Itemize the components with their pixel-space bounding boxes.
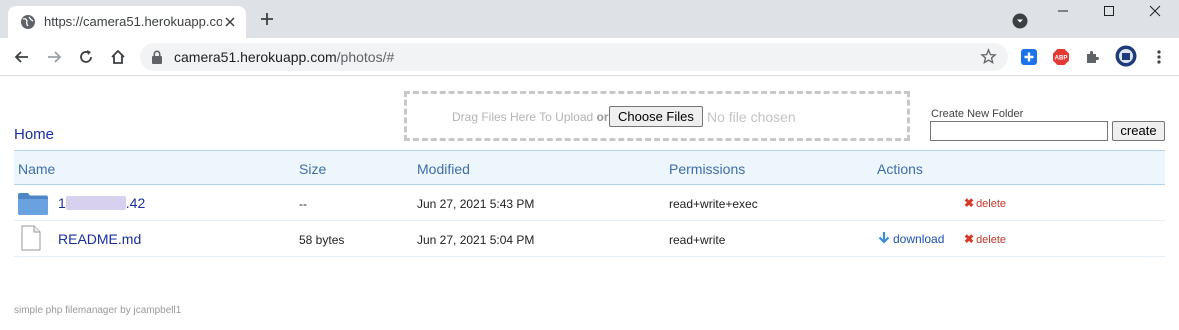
extensions-puzzle-icon[interactable] [1084, 48, 1102, 66]
address-bar[interactable]: camera51.herokuapp.com/photos/# [140, 43, 1008, 71]
file-name-link[interactable]: README.md [58, 231, 141, 247]
table-header: Name Size Modified Permissions Actions [14, 150, 1165, 185]
folder-name-prefix: 1 [58, 195, 66, 211]
home-icon[interactable] [109, 48, 127, 66]
url-text: camera51.herokuapp.com/photos/# [174, 49, 394, 65]
table-row: 1.42 -- Jun 27, 2021 5:43 PM read+write+… [14, 185, 1165, 221]
create-folder-label: Create New Folder [931, 108, 1024, 120]
tab-search-icon[interactable] [1012, 13, 1028, 29]
globe-icon [21, 15, 35, 29]
add-extension-icon[interactable] [1020, 48, 1038, 66]
delete-button[interactable]: ✖ delete [964, 232, 1006, 246]
header-size[interactable]: Size [299, 161, 326, 177]
file-modified: Jun 27, 2021 5:04 PM [417, 233, 535, 247]
download-arrow-icon [878, 232, 890, 244]
folder-name-suffix: .42 [125, 195, 146, 211]
create-folder-button[interactable]: create [1112, 121, 1165, 141]
file-permissions: read+write+exec [669, 197, 758, 211]
minimize-icon[interactable] [1053, 4, 1073, 18]
delete-label: delete [976, 198, 1007, 210]
download-button[interactable]: download [878, 231, 944, 246]
file-permissions: read+write [669, 233, 726, 247]
header-modified[interactable]: Modified [417, 161, 470, 177]
browser-tab[interactable]: https://camera51.herokuapp.com [8, 6, 246, 38]
choose-files-button[interactable]: Choose Files [609, 106, 703, 127]
lock-icon[interactable] [151, 50, 163, 64]
folder-icon [18, 193, 48, 215]
or-text: or [596, 110, 609, 124]
header-permissions[interactable]: Permissions [669, 161, 745, 177]
browser-menu-icon[interactable] [1150, 48, 1168, 66]
forward-arrow-icon[interactable] [45, 48, 63, 66]
footer-credit: simple php filemanager by jcampbell1 [14, 305, 182, 316]
url-path: /photos/# [336, 49, 395, 65]
redacted-block [65, 196, 126, 210]
reload-icon[interactable] [77, 48, 95, 66]
bookmark-star-icon[interactable] [980, 48, 997, 65]
folder-name-input[interactable] [930, 121, 1108, 141]
profile-avatar-icon[interactable] [1115, 45, 1137, 67]
dropzone-text: Drag Files Here To Upload or [452, 110, 609, 124]
drag-text: Drag Files Here To Upload [452, 110, 594, 124]
delete-x-icon: ✖ [964, 196, 975, 210]
header-actions: Actions [877, 161, 923, 177]
new-tab-icon[interactable] [259, 11, 275, 27]
delete-button[interactable]: ✖ delete [964, 196, 1006, 210]
file-size: 58 bytes [299, 233, 345, 247]
download-label: download [893, 232, 945, 246]
browser-toolbar: camera51.herokuapp.com/photos/# ABP [0, 38, 1179, 76]
close-window-icon[interactable] [1145, 4, 1165, 18]
back-arrow-icon[interactable] [13, 48, 31, 66]
tab-strip: https://camera51.herokuapp.com [0, 0, 1179, 38]
url-host: camera51.herokuapp.com [174, 49, 337, 65]
delete-label: delete [976, 234, 1007, 246]
file-size: -- [299, 197, 307, 211]
adblock-plus-icon[interactable]: ABP [1052, 48, 1070, 66]
close-tab-icon[interactable] [223, 15, 237, 29]
tab-title: https://camera51.herokuapp.com [44, 14, 222, 29]
breadcrumb-home[interactable]: Home [14, 126, 54, 143]
file-name-link[interactable]: 1.42 [58, 195, 145, 211]
header-name[interactable]: Name [18, 161, 55, 177]
file-modified: Jun 27, 2021 5:43 PM [417, 197, 535, 211]
table-row: README.md 58 bytes Jun 27, 2021 5:04 PM … [14, 221, 1165, 257]
delete-x-icon: ✖ [964, 232, 975, 246]
maximize-icon[interactable] [1099, 4, 1119, 18]
file-icon [21, 225, 41, 251]
no-file-chosen-text: No file chosen [707, 109, 796, 125]
svg-text:ABP: ABP [1055, 56, 1068, 62]
upload-dropzone[interactable]: Drag Files Here To Upload or Choose File… [404, 91, 910, 141]
